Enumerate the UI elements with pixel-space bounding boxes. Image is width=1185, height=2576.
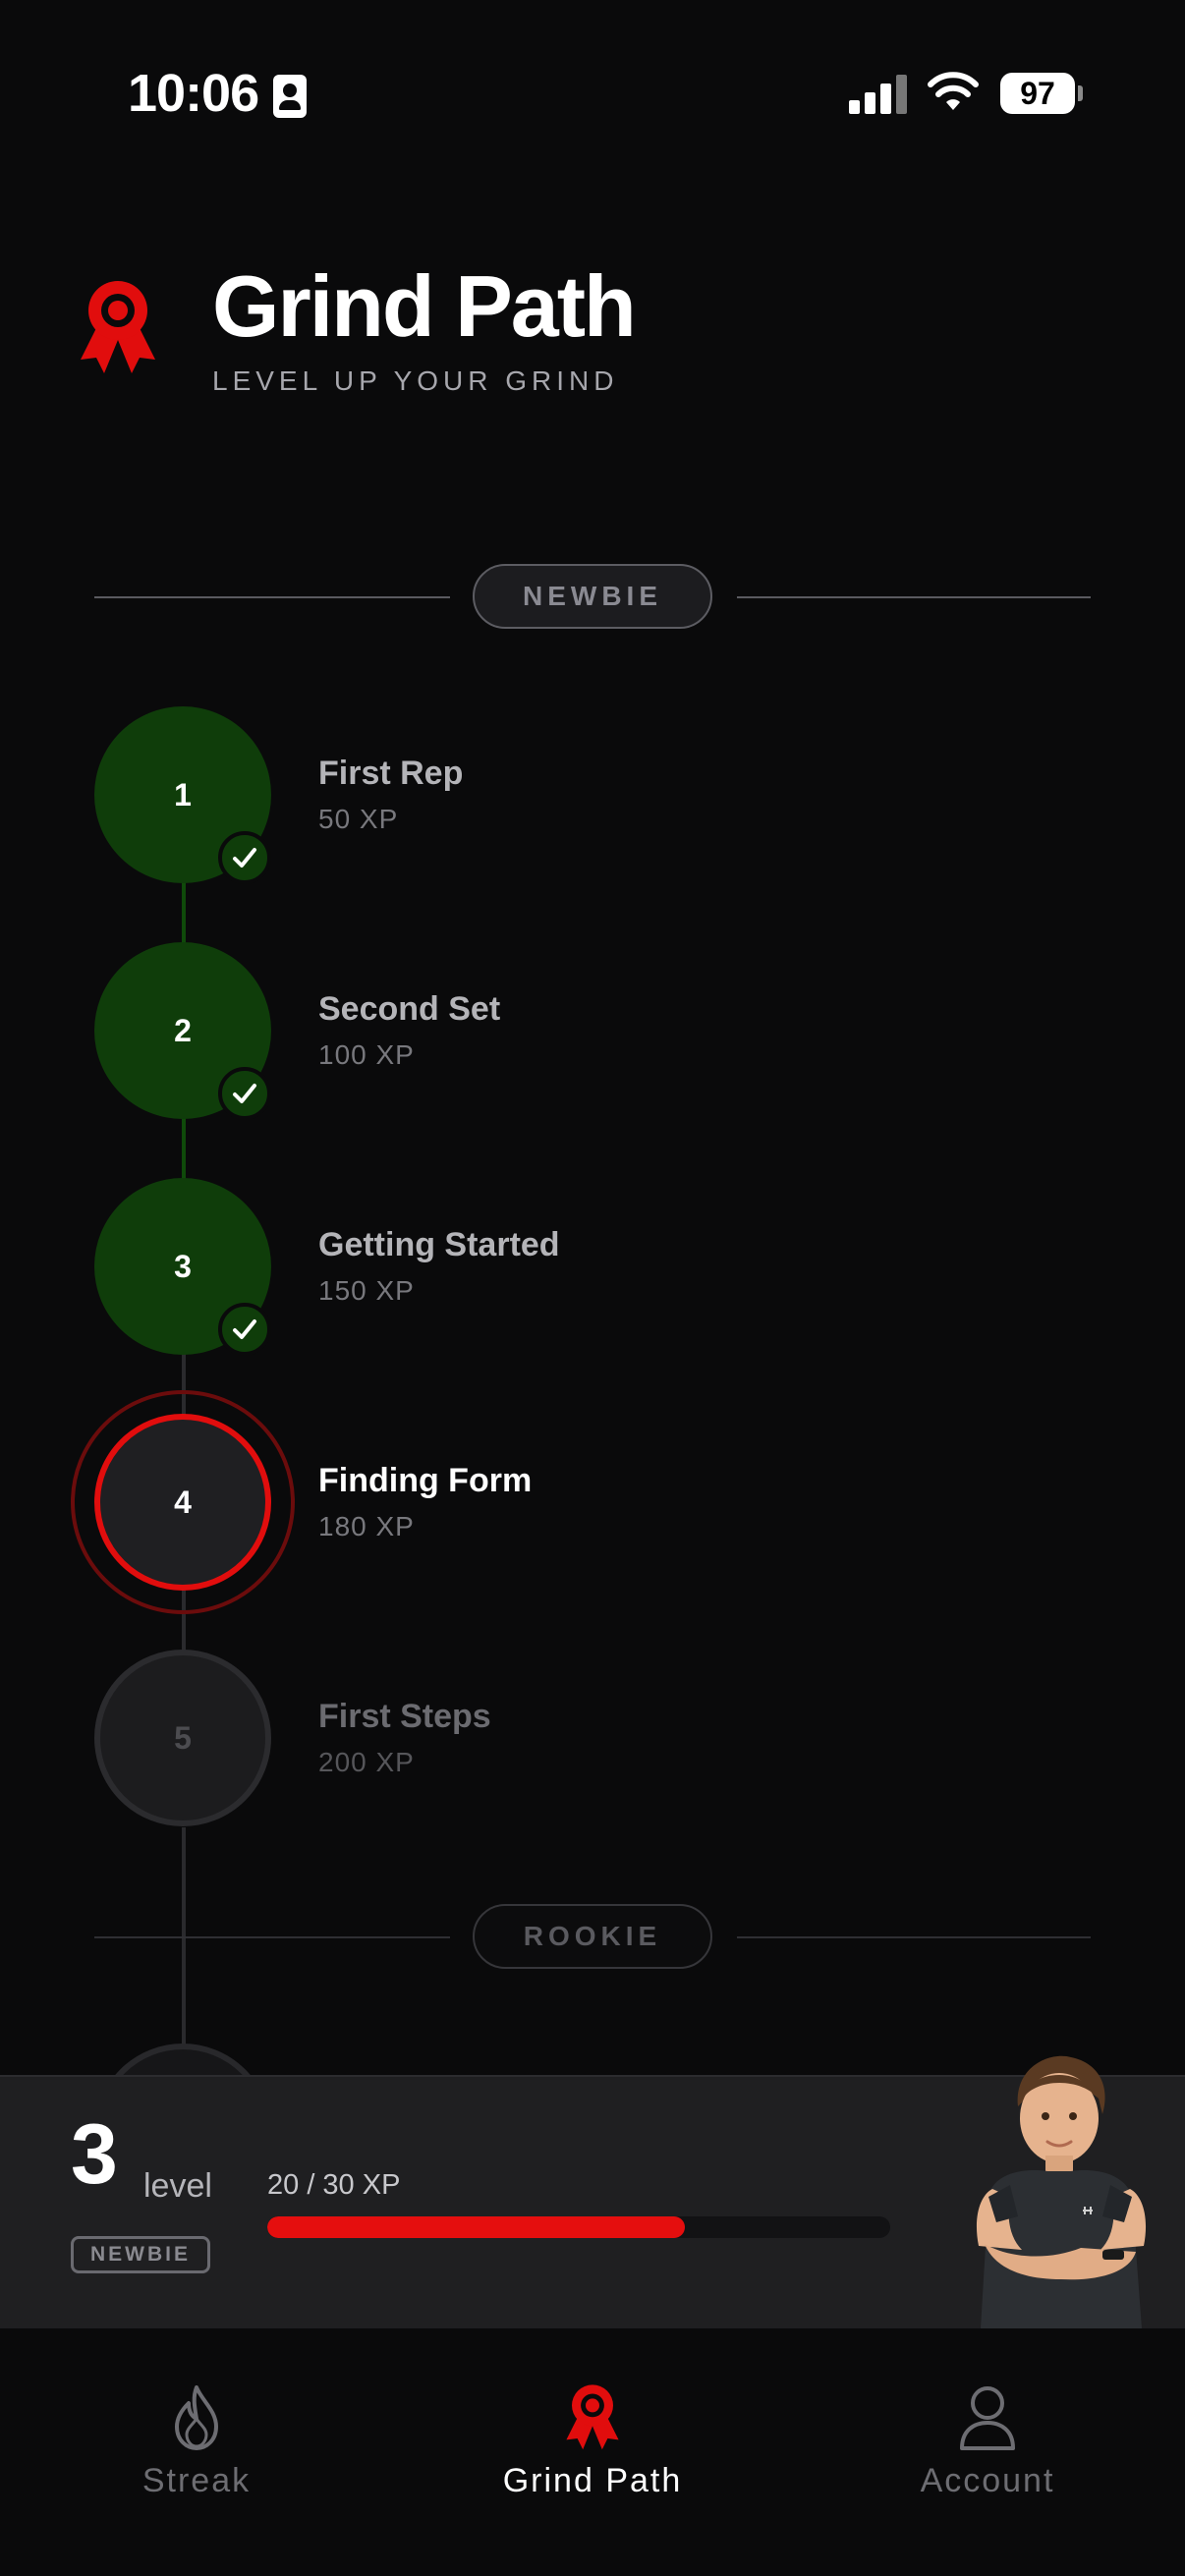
tab-label: Account xyxy=(920,2462,1055,2499)
xp-progress-bar xyxy=(267,2216,890,2238)
tier-divider-newbie: NEWBIE xyxy=(94,564,1091,629)
step-xp: 150 XP xyxy=(318,1275,415,1306)
tier-pill: NEWBIE xyxy=(473,564,712,629)
step-title: Second Set xyxy=(318,990,501,1028)
tab-streak[interactable]: Streak xyxy=(49,2383,344,2511)
tier-divider-rookie: ROOKIE xyxy=(94,1904,1091,1969)
tab-grind-path[interactable]: Grind Path xyxy=(445,2383,740,2511)
divider-line xyxy=(94,596,450,598)
step-title: Finding Form xyxy=(318,1462,533,1499)
level-label: level xyxy=(143,2167,212,2205)
award-ribbon-icon xyxy=(566,2384,619,2450)
step-xp: 100 XP xyxy=(318,1039,415,1070)
level-number: 3 xyxy=(71,2107,118,2202)
tab-label: Grind Path xyxy=(502,2462,683,2499)
cellular-signal-icon xyxy=(849,73,908,114)
step-xp: 50 XP xyxy=(318,804,399,834)
level-panel: 3 level NEWBIE 20 / 30 XP xyxy=(0,2055,1185,2328)
battery-icon: 97 xyxy=(1000,73,1083,114)
divider-line xyxy=(94,1936,450,1938)
flame-icon xyxy=(175,2385,218,2450)
step-title: First Steps xyxy=(318,1698,491,1735)
check-icon xyxy=(218,1303,271,1356)
level-tier-badge: NEWBIE xyxy=(71,2236,210,2273)
step-title: First Rep xyxy=(318,755,464,792)
step-node-5[interactable]: 5 xyxy=(94,1650,271,1826)
tab-label: Streak xyxy=(141,2462,252,2499)
wifi-icon xyxy=(928,72,979,110)
page-subtitle: LEVEL UP YOUR GRIND xyxy=(212,365,619,396)
award-ribbon-icon xyxy=(81,281,155,373)
status-time: 10:06 xyxy=(128,64,259,123)
tier-pill: ROOKIE xyxy=(473,1904,712,1969)
page-title: Grind Path xyxy=(212,257,637,355)
step-node-4[interactable]: 4 xyxy=(94,1414,271,1591)
step-xp: 180 XP xyxy=(318,1511,415,1541)
step-xp: 200 XP xyxy=(318,1747,415,1777)
divider-line xyxy=(737,1936,1091,1938)
check-icon xyxy=(218,1067,271,1120)
xp-progress-text: 20 / 30 XP xyxy=(267,2169,401,2201)
xp-progress-fill xyxy=(267,2216,685,2238)
tab-account[interactable]: Account xyxy=(840,2383,1135,2511)
divider-line xyxy=(737,596,1091,598)
contact-card-icon xyxy=(273,75,307,118)
avatar xyxy=(976,2055,1147,2328)
tab-bar: Streak Grind Path Account xyxy=(0,2328,1185,2576)
step-title: Getting Started xyxy=(318,1226,560,1263)
status-bar: 10:06 97 xyxy=(0,0,1185,187)
person-icon xyxy=(960,2386,1015,2450)
check-icon xyxy=(218,831,271,884)
